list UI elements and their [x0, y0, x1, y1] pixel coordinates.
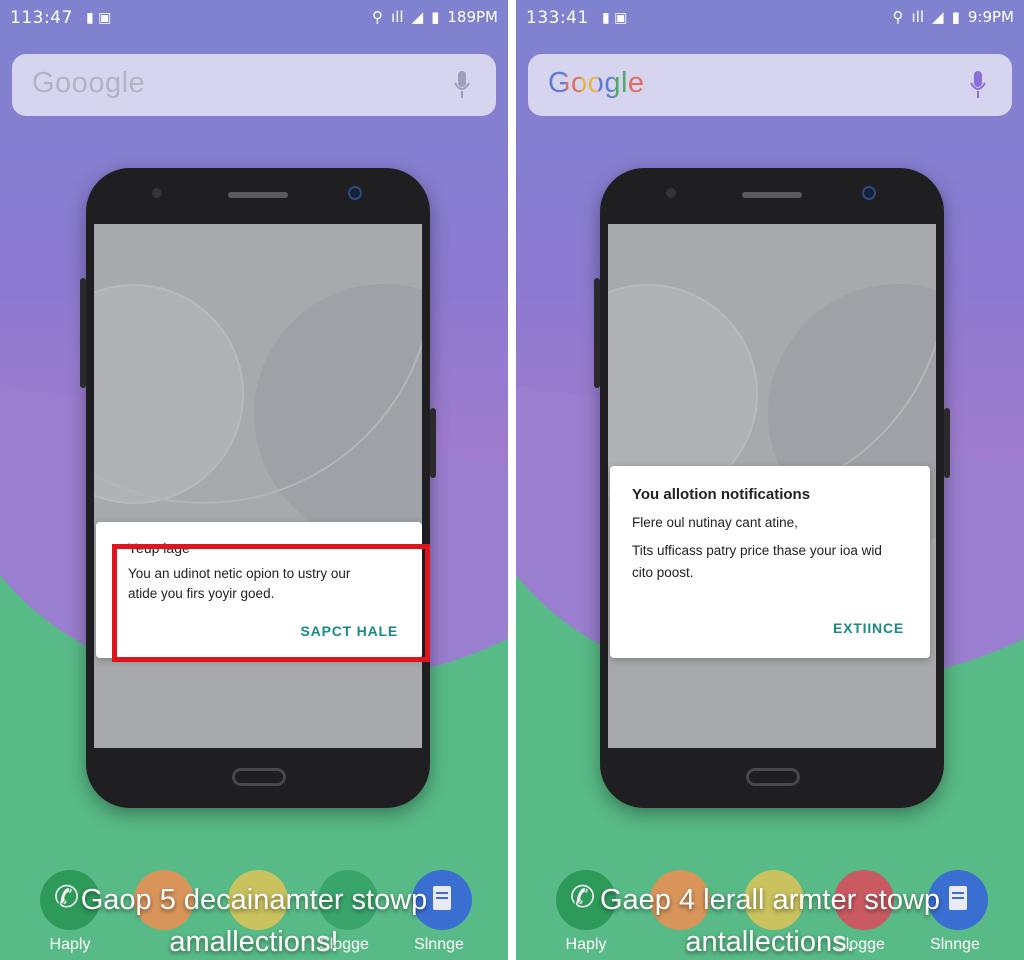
status-bar: 113:47 ▮ ▣ ⚲ ıll ◢ ▮ 189PM: [0, 0, 508, 36]
mic-icon[interactable]: [970, 71, 986, 99]
google-search-bar[interactable]: Google: [528, 54, 1012, 116]
right-screenshot-panel: 133:41 ▮ ▣ ⚲ ıll ◢ ▮ 9:9PM Google You al…: [516, 0, 1024, 960]
google-logo: Google: [548, 67, 645, 99]
mic-icon[interactable]: [454, 71, 470, 99]
caption-line: Gaop 5 decainamter stowp: [80, 884, 428, 916]
location-icon: ⚲: [892, 8, 904, 26]
highlight-box: [112, 544, 430, 662]
sensor: [862, 186, 876, 200]
google-search-bar[interactable]: Gooogle: [12, 54, 496, 116]
status-time: 133:41: [526, 8, 589, 28]
signal-icon: ıll: [391, 8, 404, 26]
phone-screen: [94, 224, 422, 748]
battery-icon: ▮: [951, 8, 960, 26]
dialog-action-button[interactable]: EXTIINCE: [833, 620, 904, 636]
notification-icons: ▮ ▣: [86, 10, 112, 26]
google-logo: Gooogle: [32, 67, 146, 99]
side-button: [80, 278, 86, 388]
status-time: 113:47: [10, 8, 73, 28]
home-button[interactable]: [232, 768, 286, 786]
front-camera: [152, 188, 162, 198]
signal-icon: ıll: [911, 8, 925, 26]
status-clock: 9:9PM: [967, 8, 1014, 26]
earpiece: [742, 192, 802, 198]
left-screenshot-panel: 113:47 ▮ ▣ ⚲ ıll ◢ ▮ 189PM Gooogle Yeup …: [0, 0, 508, 960]
location-icon: ⚲: [372, 8, 384, 26]
caption-line: amallections!: [169, 926, 339, 958]
home-button[interactable]: [746, 768, 800, 786]
caption-line: antallections.: [685, 926, 855, 958]
earpiece: [228, 192, 288, 198]
wifi-icon: ◢: [932, 8, 944, 26]
side-button: [594, 278, 600, 388]
status-bar: 133:41 ▮ ▣ ⚲ ıll ◢ ▮ 9:9PM: [516, 0, 1024, 36]
dialog-body: Flere oul nutinay cant atine, Tits uffic…: [632, 515, 882, 580]
notification-dialog: You allotion notifications Flere oul nut…: [610, 466, 930, 658]
side-button: [430, 408, 436, 478]
front-camera: [666, 188, 676, 198]
side-button: [944, 408, 950, 478]
phone-device: [80, 168, 436, 808]
caption-line: Gaep 4 lerall armter stowp: [599, 884, 941, 916]
battery-icon: ▮: [431, 8, 440, 26]
wifi-icon: ◢: [411, 8, 424, 26]
sensor: [348, 186, 362, 200]
status-clock: 189PM: [447, 8, 498, 26]
dialog-title: You allotion notifications: [632, 486, 811, 503]
notification-icons: ▮ ▣: [602, 10, 628, 26]
